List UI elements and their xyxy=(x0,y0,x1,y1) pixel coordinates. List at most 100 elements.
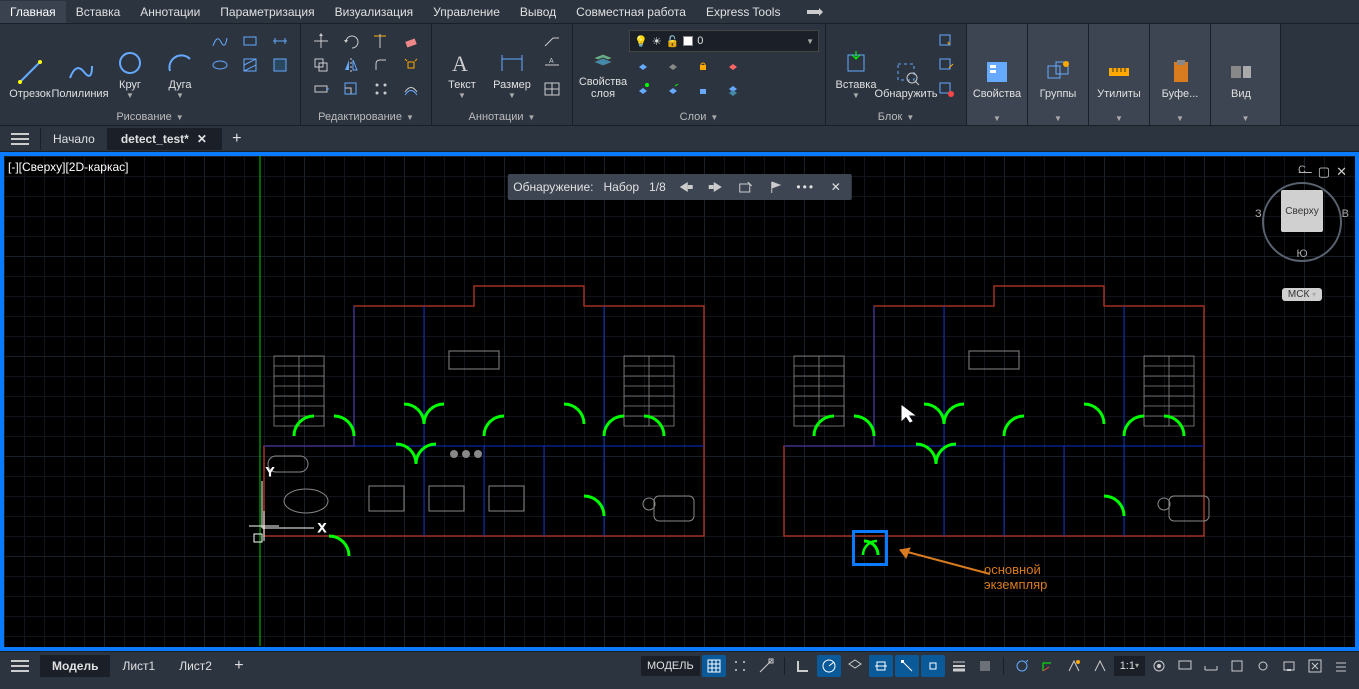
snap3d-icon[interactable] xyxy=(895,655,919,677)
spline-icon[interactable] xyxy=(206,30,234,52)
circle-button[interactable]: Круг ▼ xyxy=(106,30,154,102)
tab-start[interactable]: Начало xyxy=(40,128,108,150)
menu-output[interactable]: Вывод xyxy=(510,1,566,23)
array-icon[interactable] xyxy=(367,78,395,100)
line-button[interactable]: Отрезок xyxy=(6,30,54,102)
tab-file[interactable]: detect_test* ✕ xyxy=(108,128,222,150)
snap-toggle-icon[interactable] xyxy=(728,655,752,677)
dimension-button[interactable]: Размер ▼ xyxy=(488,30,536,102)
panel-props-title[interactable]: ▼ xyxy=(971,112,1023,125)
close-icon[interactable]: ✕ xyxy=(195,132,209,146)
panel-groups-title[interactable]: ▼ xyxy=(1032,112,1084,125)
layer-previous-icon[interactable] xyxy=(659,78,687,100)
properties-button[interactable]: Свойства xyxy=(973,30,1021,102)
panel-modify-title[interactable]: Редактирование▼ xyxy=(305,109,427,125)
region-icon[interactable] xyxy=(266,54,294,76)
infer-icon[interactable] xyxy=(754,655,778,677)
layer-dropdown[interactable]: 💡 ☀ 🔓 0 ▼ xyxy=(629,30,819,52)
next-arrow-icon[interactable] xyxy=(706,177,726,197)
customize-icon[interactable] xyxy=(1329,655,1353,677)
polyline-button[interactable]: Полилиния xyxy=(56,30,104,102)
measure-icon[interactable] xyxy=(266,30,294,52)
model-space-button[interactable]: МОДЕЛЬ xyxy=(641,656,700,676)
panel-view-title[interactable]: ▼ xyxy=(1215,112,1276,125)
tab-model[interactable]: Модель xyxy=(40,655,110,677)
rotate-icon[interactable] xyxy=(337,30,365,52)
ribbon-minimize-button[interactable] xyxy=(800,4,830,20)
drawing-viewport[interactable]: [-][Сверху][2D-каркас] xyxy=(0,152,1359,651)
quick-props-icon[interactable] xyxy=(1225,655,1249,677)
dynamic-ucs-icon[interactable] xyxy=(1036,655,1060,677)
multileader-icon[interactable]: A xyxy=(538,54,566,76)
new-tab-button[interactable]: + xyxy=(222,130,252,148)
layer-props-button[interactable]: Свойства слоя xyxy=(579,30,627,102)
menu-home[interactable]: Главная xyxy=(0,1,66,23)
block-attr-icon[interactable] xyxy=(932,78,960,100)
prev-arrow-icon[interactable] xyxy=(676,177,696,197)
layer-freeze-icon[interactable] xyxy=(629,54,657,76)
auto-scale-icon[interactable] xyxy=(1088,655,1112,677)
panel-block-title[interactable]: Блок▼ xyxy=(830,109,962,125)
utils-button[interactable]: Утилиты xyxy=(1095,30,1143,102)
viewcube[interactable]: С Ю З В Сверху МСК ▾ xyxy=(1257,164,1347,314)
view-button[interactable]: Вид xyxy=(1217,30,1265,102)
isolate-objects-icon[interactable] xyxy=(1251,655,1275,677)
menu-parametric[interactable]: Параметризация xyxy=(210,1,324,23)
panel-annot-title[interactable]: Аннотации▼ xyxy=(436,109,568,125)
hatch-icon[interactable] xyxy=(236,54,264,76)
clean-screen-icon[interactable] xyxy=(1303,655,1327,677)
stretch-icon[interactable] xyxy=(307,78,335,100)
object-snap-icon[interactable] xyxy=(869,655,893,677)
copy-icon[interactable] xyxy=(307,54,335,76)
tab-sheet2[interactable]: Лист2 xyxy=(167,655,224,677)
transparency-icon[interactable] xyxy=(973,655,997,677)
layer-unlock-icon[interactable] xyxy=(689,78,717,100)
detection-toolbar[interactable]: Обнаружение: Набор 1/8 ••• ✕ xyxy=(507,174,851,200)
lineweight-icon[interactable] xyxy=(947,655,971,677)
polar-icon[interactable] xyxy=(817,655,841,677)
annotation-monitor-icon[interactable] xyxy=(1173,655,1197,677)
detect-block-button[interactable]: Обнаружить xyxy=(882,30,930,102)
menu-express[interactable]: Express Tools xyxy=(696,1,790,23)
hardware-accel-icon[interactable] xyxy=(1277,655,1301,677)
panel-draw-title[interactable]: Рисование▼ xyxy=(4,109,296,125)
layer-off-icon[interactable] xyxy=(659,54,687,76)
menu-lines-icon[interactable] xyxy=(0,659,40,673)
layer-match-icon[interactable] xyxy=(629,78,657,100)
flag-icon[interactable] xyxy=(766,177,786,197)
grid-toggle-icon[interactable] xyxy=(702,655,726,677)
menu-manage[interactable]: Управление xyxy=(423,1,510,23)
panel-utils-title[interactable]: ▼ xyxy=(1093,112,1145,125)
more-icon[interactable]: ••• xyxy=(796,177,816,197)
panel-clip-title[interactable]: ▼ xyxy=(1154,112,1206,125)
erase-icon[interactable] xyxy=(397,30,425,52)
trim-icon[interactable] xyxy=(367,30,395,52)
layer-isolate-icon[interactable] xyxy=(719,54,747,76)
close-icon[interactable]: ✕ xyxy=(826,177,846,197)
menu-lines-icon[interactable] xyxy=(0,132,40,146)
text-button[interactable]: A Текст ▼ xyxy=(438,30,486,102)
explode-icon[interactable] xyxy=(397,54,425,76)
convert-icon[interactable] xyxy=(736,177,756,197)
isoplane-icon[interactable] xyxy=(843,655,867,677)
leader-icon[interactable] xyxy=(538,30,566,52)
layer-merge-icon[interactable] xyxy=(719,78,747,100)
panel-layers-title[interactable]: Слои▼ xyxy=(577,109,821,125)
units-icon[interactable] xyxy=(1199,655,1223,677)
selection-cycle-icon[interactable] xyxy=(1010,655,1034,677)
tab-sheet1[interactable]: Лист1 xyxy=(110,655,167,677)
menu-visualize[interactable]: Визуализация xyxy=(325,1,424,23)
ortho-icon[interactable] xyxy=(791,655,815,677)
menu-insert[interactable]: Вставка xyxy=(66,1,131,23)
groups-button[interactable]: Группы xyxy=(1034,30,1082,102)
rectangle-icon[interactable] xyxy=(236,30,264,52)
block-create-icon[interactable]: * xyxy=(932,30,960,52)
clipboard-button[interactable]: Буфе... xyxy=(1156,30,1204,102)
ellipse-icon[interactable] xyxy=(206,54,234,76)
annotation-scale-icon[interactable] xyxy=(1062,655,1086,677)
scale-button[interactable]: 1:1 ▾ xyxy=(1114,656,1145,676)
scale-icon[interactable] xyxy=(337,78,365,100)
workspace-gear-icon[interactable] xyxy=(1147,655,1171,677)
table-icon[interactable] xyxy=(538,78,566,100)
add-layout-button[interactable]: + xyxy=(224,657,254,675)
